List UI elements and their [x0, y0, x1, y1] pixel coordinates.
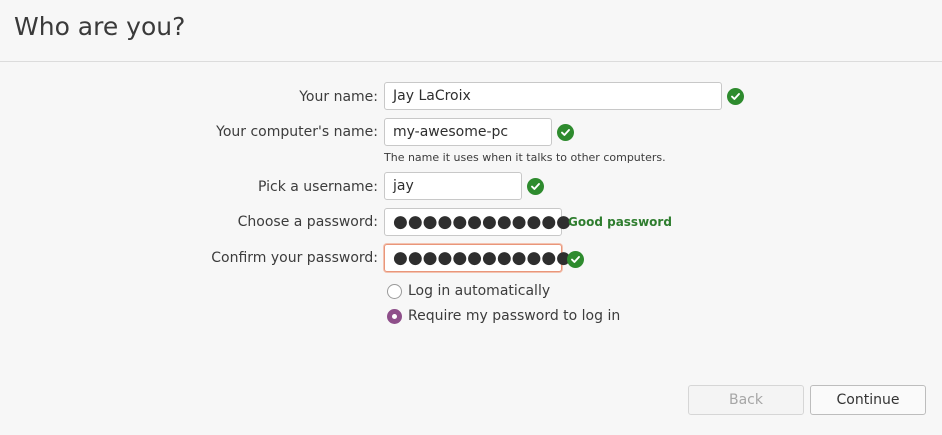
password-input[interactable]: ●●●●●●●●●●●● — [384, 208, 571, 236]
computer-name-input[interactable]: my-awesome-pc — [384, 118, 552, 146]
confirm-password-input[interactable]: ●●●●●●●●●●●● — [384, 244, 571, 272]
computer-name-valid-check-icon — [557, 124, 574, 141]
username-label: Pick a username: — [257, 179, 378, 195]
login-automatically-option[interactable]: Log in automatically — [387, 281, 550, 301]
computer-name-label: Your computer's name: — [216, 124, 378, 140]
login-automatically-label: Log in automatically — [408, 283, 551, 299]
require-password-label: Require my password to log in — [408, 308, 621, 324]
password-strength-label: Good password — [568, 215, 672, 229]
name-label: Your name: — [299, 89, 378, 105]
back-button[interactable]: Back — [688, 385, 804, 415]
installer-page: Who are you? Your name: Jay LaCroix Your… — [0, 0, 942, 435]
name-input[interactable]: Jay LaCroix — [384, 82, 722, 110]
password-label: Choose a password: — [237, 214, 378, 230]
username-input[interactable]: jay — [384, 172, 522, 200]
radio-checked-icon[interactable] — [387, 308, 402, 324]
require-password-option[interactable]: Require my password to log in — [387, 306, 620, 326]
radio-unchecked-icon[interactable] — [387, 283, 402, 299]
page-header: Who are you? — [0, 0, 942, 62]
confirm-password-label: Confirm your password: — [211, 250, 378, 266]
continue-button[interactable]: Continue — [810, 385, 926, 415]
computer-name-hint: The name it uses when it talks to other … — [384, 151, 666, 164]
confirm-password-valid-check-icon — [567, 251, 584, 268]
name-valid-check-icon — [727, 88, 744, 105]
username-valid-check-icon — [527, 178, 544, 195]
page-title: Who are you? — [14, 12, 186, 41]
